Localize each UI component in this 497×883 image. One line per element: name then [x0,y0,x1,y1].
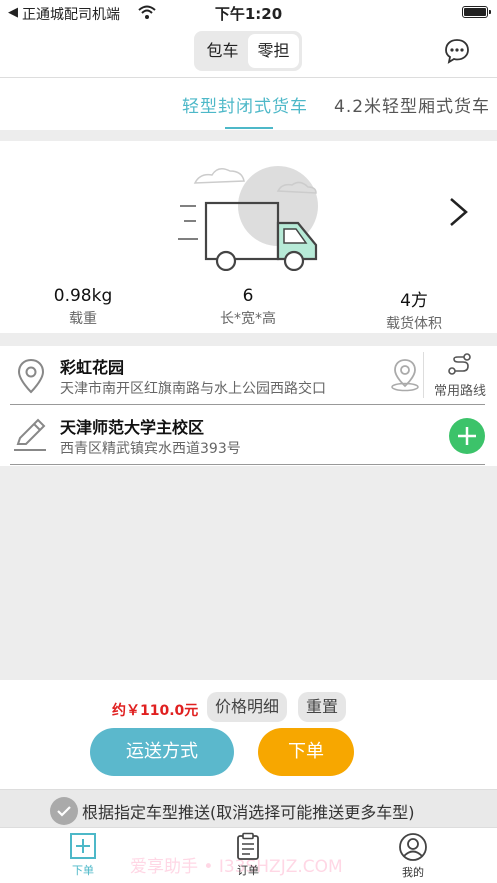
price-detail-button[interactable]: 价格明细 [207,692,288,722]
origin-row[interactable]: 彩虹花园 天津市南开区红旗南路与水上公园西路交口 常用路线 [0,346,497,406]
status-time: 下午1:20 [214,5,283,23]
vehicle-type-tabs: 轻型封闭式货车 4.2米轻型厢式货车 [0,78,497,130]
mode-segmented-control: 包车 零担 [194,31,302,71]
tab-vehicle-light-closed[interactable]: 轻型封闭式货车 [182,92,308,117]
chevron-right-icon[interactable] [447,196,471,228]
pencil-icon [14,418,46,451]
segment-ltl[interactable]: 零担 [248,34,299,68]
spec-load: 0.98kg 载重 [13,286,153,328]
tab-orders[interactable]: 订单 [218,832,278,878]
spec-volume: 4方 载货体积 [344,286,484,333]
truck-illustration-icon [178,166,318,271]
origin-address: 天津市南开区红旗南路与水上公园西路交口 [60,381,326,397]
tab-place-order-label: 下单 [72,864,94,877]
destination-name: 天津师范大学主校区 [60,418,205,437]
plus-icon [458,427,476,445]
address-divider [10,464,485,465]
tab-profile[interactable]: 我的 [383,832,443,880]
chat-bubble-icon[interactable] [443,37,471,65]
tab-orders-label: 订单 [237,864,259,877]
clipboard-icon [237,832,259,860]
tab-place-order[interactable]: 下单 [53,832,113,878]
plus-square-icon [70,833,96,859]
battery-icon [462,6,491,18]
push-checkbox[interactable] [50,797,78,825]
vertical-divider [423,352,424,398]
location-pin-icon [17,358,45,394]
segment-charter[interactable]: 包车 [197,34,248,68]
spec-volume-label: 载货体积 [386,316,442,332]
add-stop-button[interactable] [449,418,485,454]
delivery-method-button[interactable]: 运送方式 [90,728,234,776]
spec-dimensions-label: 长*宽*高 [220,311,276,327]
destination-address: 西青区精武镇宾水西道393号 [60,441,241,457]
tab-profile-label: 我的 [402,866,424,879]
origin-name: 彩虹花园 [60,358,125,377]
tab-vehicle-4-2m-van[interactable]: 4.2米轻型厢式货车 [334,92,490,117]
common-routes-button[interactable]: 常用路线 [428,352,492,399]
price-estimate: 约￥110.0元 [112,703,199,719]
spec-volume-value: 4方 [400,291,428,311]
place-order-button[interactable]: 下单 [258,728,354,776]
address-panel: 彩虹花园 天津市南开区红旗南路与水上公园西路交口 常用路线 天津师范大学主校区 … [0,346,497,466]
reset-button[interactable]: 重置 [298,692,347,722]
route-icon [448,353,471,375]
destination-row[interactable]: 天津师范大学主校区 西青区精武镇宾水西道393号 [0,406,497,466]
spec-dimensions-value: 6 [242,286,254,306]
address-divider [10,404,485,405]
checkmark-icon [57,806,71,817]
push-option-label: 根据指定车型推送(取消选择可能推送更多车型) [82,803,415,822]
spec-load-value: 0.98kg [53,286,113,306]
map-pin-icon[interactable] [389,358,421,392]
vehicle-card: 0.98kg 载重 6 长*宽*高 4方 载货体积 [0,141,497,333]
common-routes-label: 常用路线 [433,384,486,399]
status-bar: ◀ 正通城配司机端 下午1:20 [0,0,497,26]
order-panel: 约￥110.0元 价格明细 重置 运送方式 下单 [0,680,497,789]
header: 包车 零担 [0,26,497,78]
spec-dimensions: 6 长*宽*高 [178,286,318,328]
user-circle-icon [399,833,427,861]
bottom-tab-bar: 爱享助手 • I33SHZJZ.COM 下单 订单 我的 [0,827,497,883]
active-tab-indicator [225,127,273,129]
spec-load-label: 载重 [69,311,97,327]
push-option-bar[interactable]: 根据指定车型推送(取消选择可能推送更多车型) [0,789,497,827]
